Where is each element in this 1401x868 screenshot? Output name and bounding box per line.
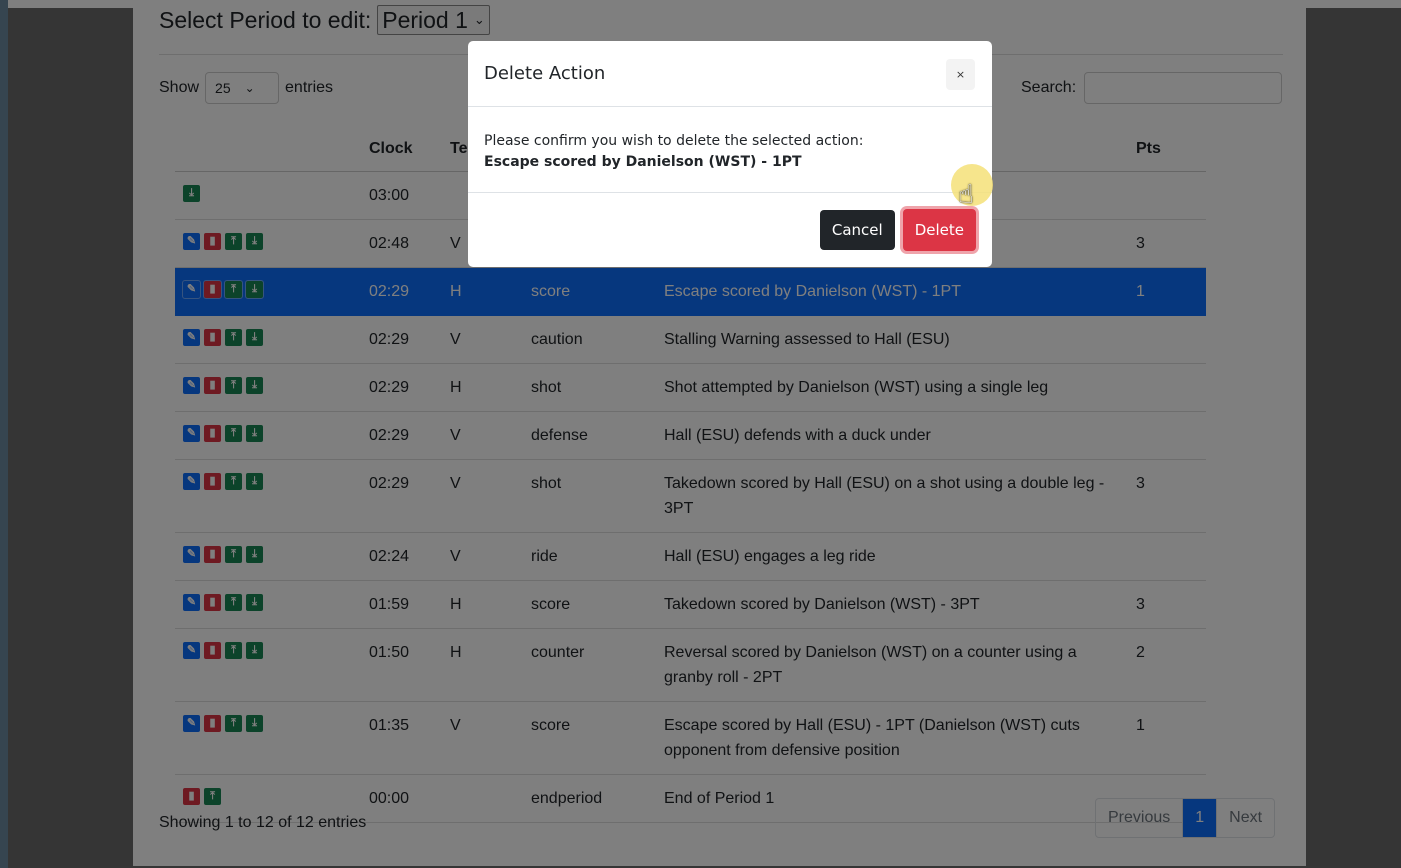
close-button[interactable]: ×: [946, 59, 975, 90]
close-icon: ×: [955, 68, 966, 81]
modal-body: Please confirm you wish to delete the se…: [468, 107, 992, 193]
modal-message: Please confirm you wish to delete the se…: [484, 133, 864, 149]
modal-footer: Cancel Delete: [468, 193, 992, 251]
delete-button[interactable]: Delete: [902, 209, 976, 251]
cancel-button[interactable]: Cancel: [819, 210, 895, 250]
modal-title: Delete Action: [484, 63, 606, 84]
modal-header: Delete Action ×: [468, 41, 992, 107]
modal-selected-item: Escape scored by Danielson (WST) - 1PT: [484, 154, 802, 170]
hand-pointer-icon: ☝: [958, 180, 974, 210]
delete-action-modal: Delete Action × Please confirm you wish …: [468, 41, 992, 267]
